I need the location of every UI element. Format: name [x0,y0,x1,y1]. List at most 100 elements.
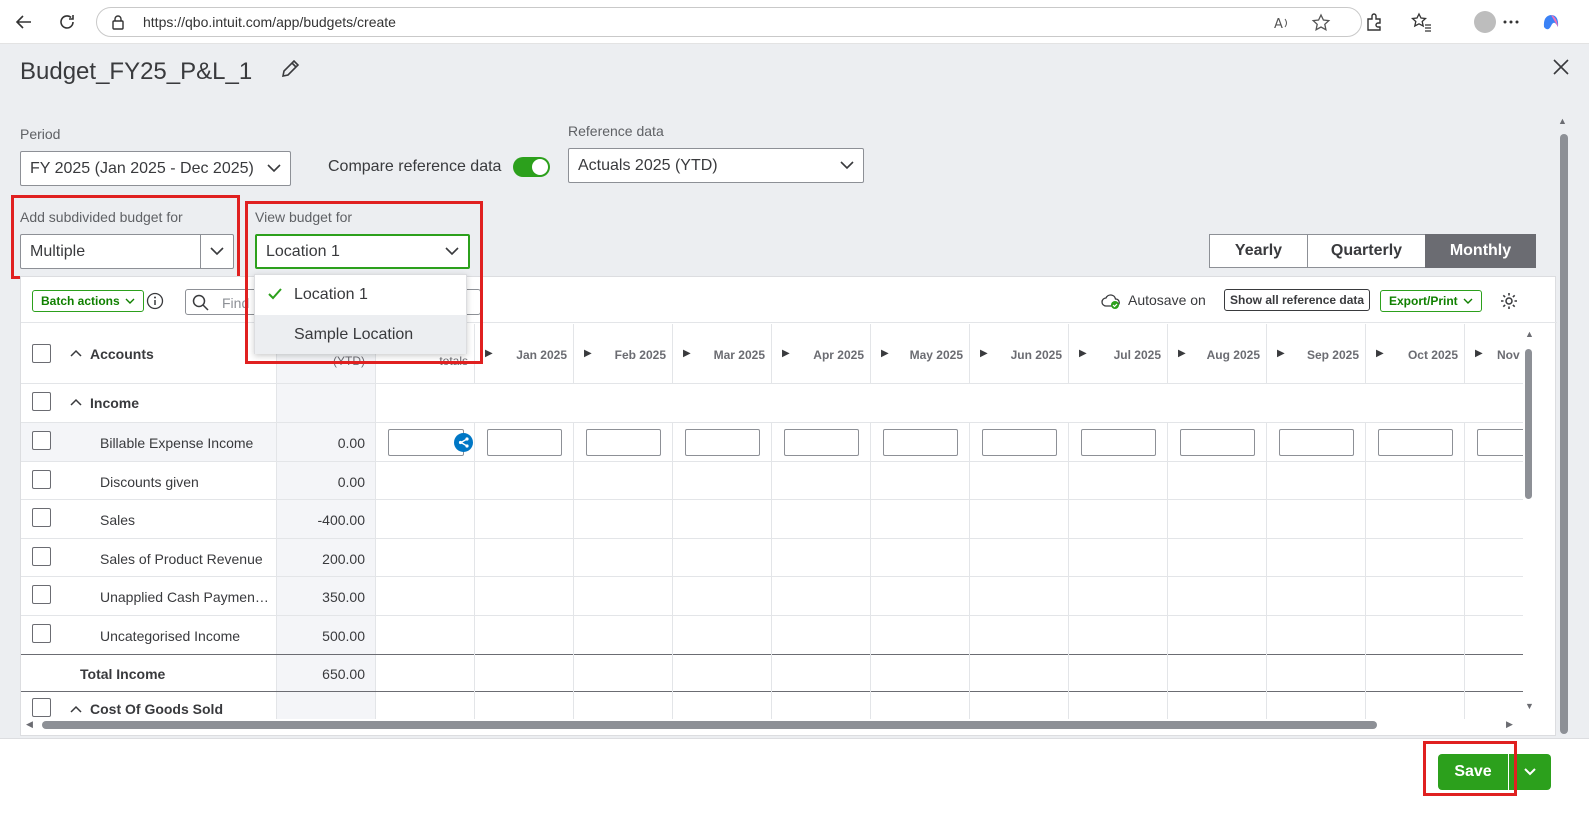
period-select[interactable]: FY 2025 (Jan 2025 - Dec 2025) [20,151,291,186]
amount-input[interactable] [1081,429,1156,456]
gear-icon[interactable] [1499,291,1519,316]
ytd-value: 0.00 [277,423,376,461]
expand-arrow-icon[interactable]: ▶ [683,348,691,359]
highlight-box [245,201,483,364]
footer-bar [0,738,1589,815]
grid-vertical-scrollbar[interactable] [1525,349,1532,499]
month-cell [1366,423,1465,461]
address-bar[interactable]: https://qbo.intuit.com/app/budgets/creat… [96,7,1362,37]
table-row: Discounts given 0.00 [21,462,1523,500]
copilot-icon[interactable] [1540,11,1562,33]
scroll-up-arrow-icon[interactable]: ▲ [1558,116,1567,126]
month-header: Aug 2025 [1206,348,1260,362]
row-checkbox[interactable] [32,392,51,411]
account-name: Billable Expense Income [100,435,254,451]
chevron-up-icon[interactable] [69,395,83,414]
month-cell [1168,423,1267,461]
account-name: Uncategorised Income [100,628,241,644]
month-header: Feb 2025 [614,348,666,362]
horizontal-scrollbar[interactable] [42,721,1377,729]
expand-arrow-icon[interactable]: ▶ [1079,348,1087,359]
reference-data-select[interactable]: Actuals 2025 (YTD) [568,148,864,183]
ytd-cell [277,384,376,422]
favorite-star-icon[interactable] [1311,13,1331,33]
expand-arrow-icon[interactable]: ▶ [1475,348,1483,359]
expand-arrow-icon[interactable]: ▶ [881,348,889,359]
month-header: May 2025 [909,348,963,362]
export-print-button[interactable]: Export/Print [1380,290,1482,312]
chevron-down-icon [1524,768,1536,776]
amount-input[interactable] [1180,429,1255,456]
favorites-icon[interactable] [1410,11,1432,33]
amount-input[interactable] [1477,429,1523,456]
account-cell: Billable Expense Income [21,423,277,461]
row-checkbox[interactable] [32,431,51,450]
cogs-group-cell: Cost Of Goods Sold [21,692,277,719]
total-income-cell: Total Income [21,655,277,691]
cogs-group-row: Cost Of Goods Sold [21,692,1523,719]
total-income-row: Total Income 650.00 [21,655,1523,692]
ytd-value: 350.00 [277,577,376,615]
amount-input[interactable] [883,429,958,456]
expand-arrow-icon[interactable]: ▶ [1376,348,1384,359]
read-aloud-icon[interactable]: A [1272,13,1292,33]
expand-arrow-icon[interactable]: ▶ [485,348,493,359]
total-income-label: Total Income [80,666,166,682]
expand-arrow-icon[interactable]: ▶ [1178,348,1186,359]
amount-input[interactable] [1279,429,1354,456]
amount-input[interactable] [586,429,661,456]
amount-input[interactable] [784,429,859,456]
scroll-down-arrow-icon[interactable]: ▼ [1525,701,1534,711]
table-row: Billable Expense Income 0.00 [21,423,1523,462]
month-header: Apr 2025 [813,348,864,362]
row-checkbox[interactable] [32,470,51,489]
select-all-checkbox[interactable] [32,344,51,363]
monthly-button[interactable]: Monthly [1425,234,1536,268]
amount-input[interactable] [982,429,1057,456]
close-icon[interactable] [1552,58,1570,81]
chevron-up-icon[interactable] [69,702,83,719]
expand-arrow-icon[interactable]: ▶ [1277,348,1285,359]
edit-pencil-icon[interactable] [280,58,300,85]
page-vertical-scrollbar[interactable] [1560,134,1568,734]
more-menu-icon[interactable] [1500,11,1522,33]
compare-reference-toggle[interactable] [513,157,550,177]
batch-actions-button[interactable]: Batch actions [32,290,144,312]
expand-arrow-icon[interactable]: ▶ [782,348,790,359]
row-checkbox[interactable] [32,698,51,717]
browser-toolbar: https://qbo.intuit.com/app/budgets/creat… [0,0,1589,44]
scroll-right-arrow-icon[interactable]: ▶ [1506,719,1513,730]
row-checkbox[interactable] [32,508,51,527]
chevron-up-icon[interactable] [69,346,83,365]
ytd-value: -400.00 [277,500,376,538]
refresh-icon[interactable] [55,10,79,34]
month-cell [1069,423,1168,461]
amount-input[interactable] [685,429,760,456]
amount-input[interactable] [487,429,562,456]
info-icon[interactable] [146,292,164,315]
chevron-down-icon [125,298,135,304]
month-cell [772,423,871,461]
scroll-left-arrow-icon[interactable]: ◀ [26,719,33,730]
back-arrow-icon[interactable] [12,10,36,34]
scroll-up-arrow-icon[interactable]: ▲ [1525,329,1534,339]
table-row: Sales of Product Revenue 200.00 [21,539,1523,577]
amount-input[interactable] [1378,429,1453,456]
month-header: Sep 2025 [1306,348,1359,362]
ytd-value: 500.00 [277,616,376,654]
month-header: Jul 2025 [1113,348,1161,362]
amount-input[interactable] [388,429,464,456]
month-col-nov: ▶ Nov [1465,324,1523,383]
expand-arrow-icon[interactable]: ▶ [584,348,592,359]
profile-avatar[interactable] [1474,11,1496,33]
show-all-reference-button[interactable]: Show all reference data [1224,289,1371,311]
month-header: Jun 2025 [1010,348,1062,362]
yearly-button[interactable]: Yearly [1209,234,1308,268]
extensions-icon[interactable] [1363,11,1385,33]
share-icon[interactable] [454,433,473,452]
quarterly-button[interactable]: Quarterly [1307,234,1426,268]
row-checkbox[interactable] [32,624,51,643]
row-checkbox[interactable] [32,585,51,604]
expand-arrow-icon[interactable]: ▶ [980,348,988,359]
row-checkbox[interactable] [32,547,51,566]
